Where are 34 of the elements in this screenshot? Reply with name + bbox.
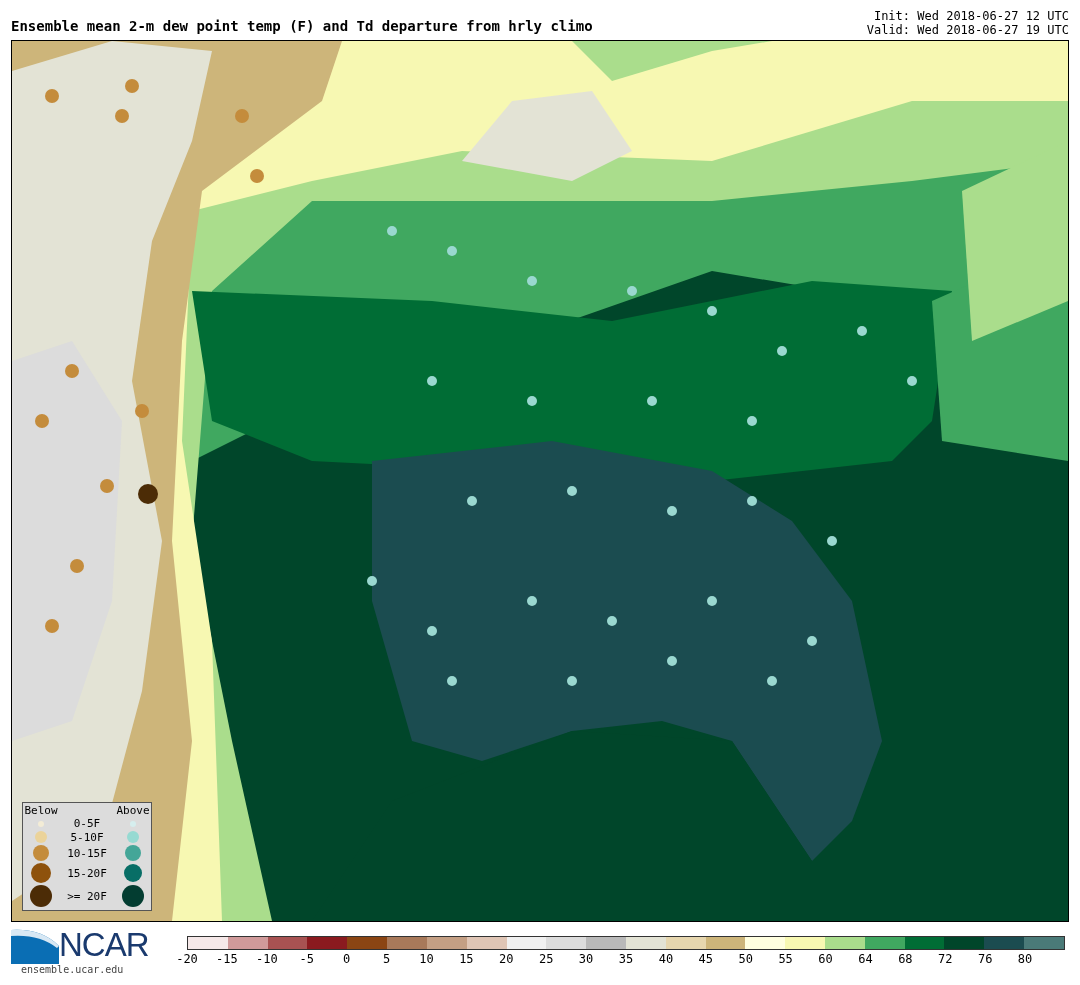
init-time: Init: Wed 2018-06-27 12 UTC xyxy=(873,9,1069,23)
scale-tick-label: -5 xyxy=(299,952,314,966)
scale-tick-label: 45 xyxy=(698,952,714,966)
legend-label: 0-5F xyxy=(73,817,101,830)
scale-tick-label: -20 xyxy=(176,952,198,966)
logo-text: NCAR xyxy=(59,928,149,962)
scale-tick-label: 80 xyxy=(1017,952,1033,966)
legend-heading: Above xyxy=(116,804,150,817)
scale-tick-label: 35 xyxy=(618,952,634,966)
scale-tick-label: 10 xyxy=(419,952,434,966)
scale-tick-label: 15 xyxy=(459,952,474,966)
legend-label: >= 20F xyxy=(67,889,107,903)
scale-tick-label: 68 xyxy=(898,952,913,966)
scale-tick-label: 55 xyxy=(778,952,793,966)
legend-label: 10-15F xyxy=(67,846,107,860)
scale-tick-label: -10 xyxy=(255,952,278,966)
scale-tick-label: 25 xyxy=(538,952,554,966)
scale-tick-label: 72 xyxy=(938,952,953,966)
scale-tick-label: 60 xyxy=(818,952,833,966)
chart-title: Ensemble mean 2-m dew point temp (F) and Td departure from hrly climo xyxy=(11,18,593,36)
scale-tick-label: 76 xyxy=(977,952,993,966)
scale-tick-label: 5 xyxy=(382,952,391,966)
scale-tick-label: 30 xyxy=(578,952,594,966)
scale-tick-label: 20 xyxy=(499,952,514,966)
legend-heading: Below xyxy=(24,804,58,817)
legend-label: 5-10F xyxy=(70,830,104,844)
valid-time: Valid: Wed 2018-06-27 19 UTC xyxy=(866,23,1069,37)
site-url: ensemble.ucar.edu xyxy=(21,964,125,975)
scale-tick-label: 50 xyxy=(738,952,753,966)
scale-tick-label: 40 xyxy=(658,952,674,966)
scale-tick-label: -15 xyxy=(216,952,238,966)
legend-label: 15-20F xyxy=(67,866,107,880)
scale-tick-label: 0 xyxy=(343,952,351,966)
scale-tick-label: 64 xyxy=(858,952,873,966)
